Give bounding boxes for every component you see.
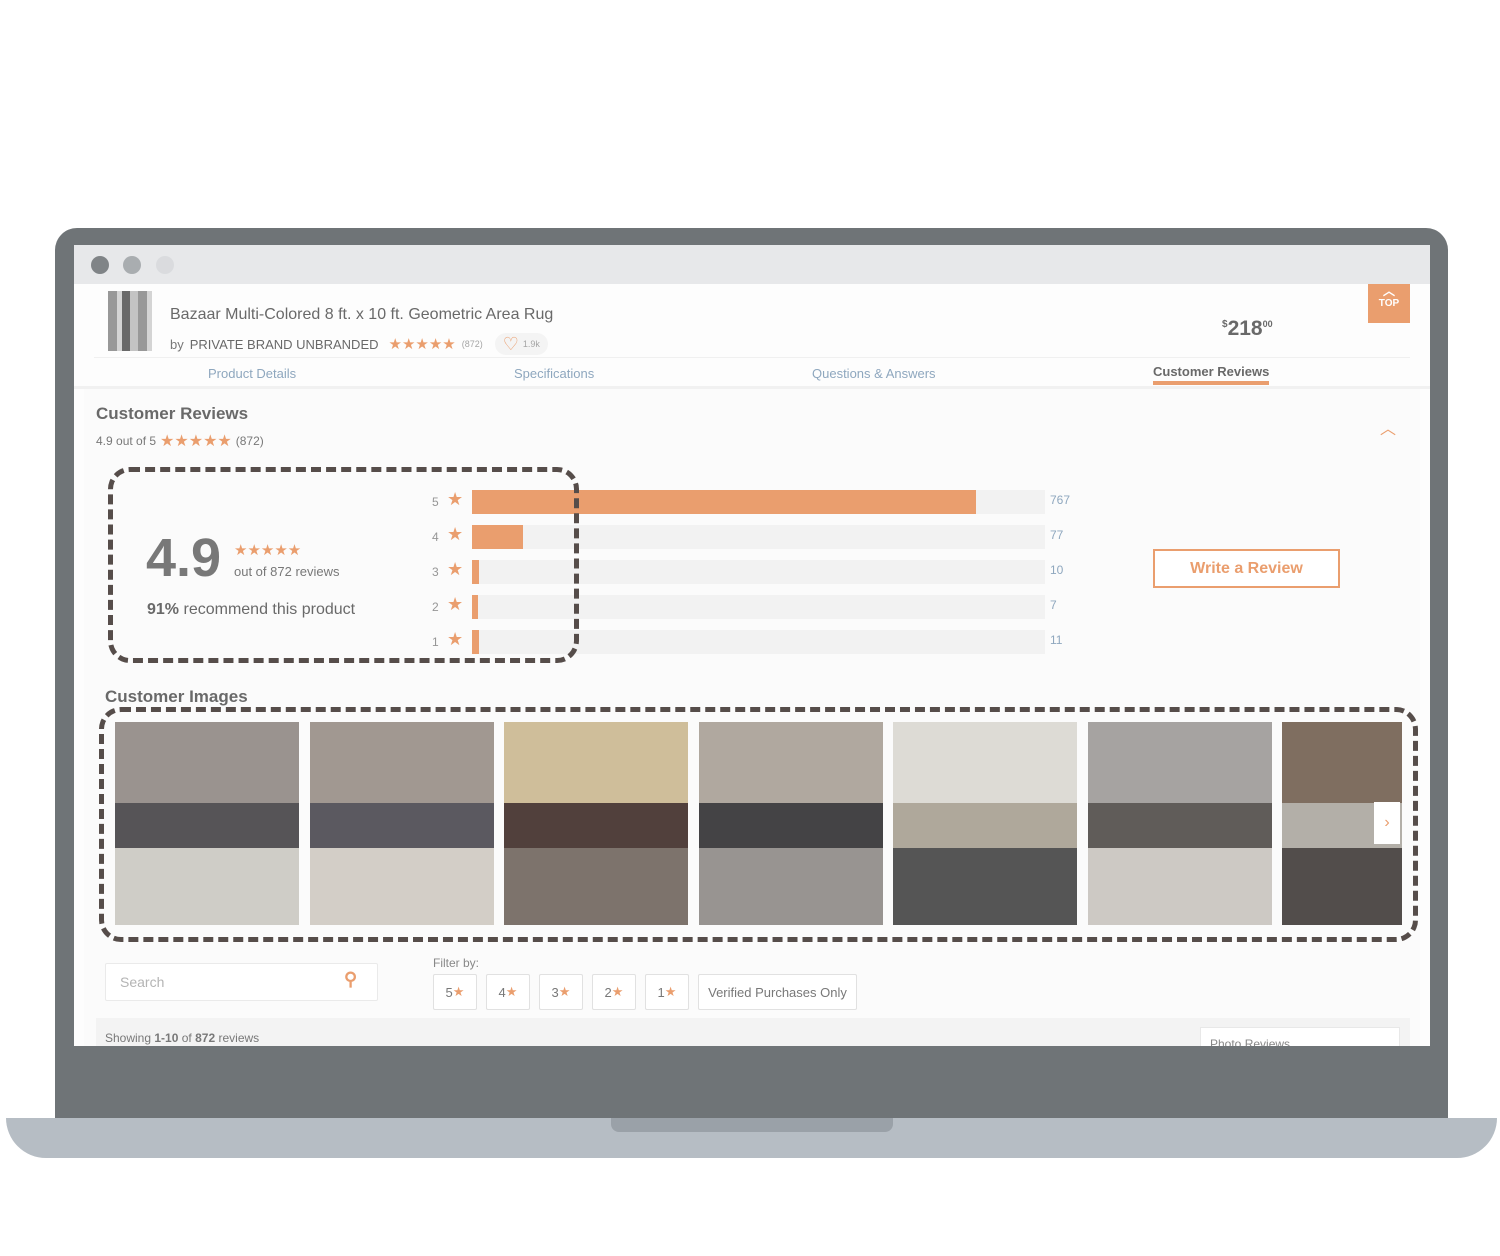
back-to-top-button[interactable]: ︿ TOP [1368, 284, 1410, 323]
by-label: by [170, 336, 184, 352]
product-title: Bazaar Multi-Colored 8 ft. x 10 ft. Geom… [170, 306, 554, 323]
search-input[interactable]: Search ⚲ [105, 963, 378, 1001]
star-filter-button[interactable]: 3 ★ [539, 974, 583, 1010]
favorite-button[interactable]: ♡ 1.9k [494, 333, 548, 355]
star-filter-button[interactable]: 5 ★ [433, 974, 477, 1010]
tab-specifications[interactable]: Specifications [514, 366, 594, 381]
laptop-notch [611, 1118, 893, 1132]
customer-images-heading: Customer Images [105, 687, 248, 706]
star-icon: ★ [505, 984, 518, 999]
minimize-dot[interactable] [123, 256, 141, 274]
showing-text: Showing 1-10 of 872 reviews [105, 1031, 260, 1045]
write-review-button[interactable]: Write a Review [1153, 549, 1340, 588]
star-filter-button[interactable]: 1 ★ [645, 974, 689, 1010]
images-highlight-outline [99, 707, 1418, 942]
star-icon: ★ [664, 984, 677, 999]
star-icon: ★ [611, 984, 624, 999]
product-thumbnail[interactable] [108, 291, 152, 351]
favorite-count: 1.9k [522, 339, 540, 349]
sort-dropdown[interactable]: Photo Reviews [1200, 1027, 1400, 1046]
rating-stars: ★★★★★ [388, 336, 456, 353]
rating-highlight-outline [108, 467, 579, 663]
rating-count[interactable]: (872) [462, 339, 483, 349]
bar-count: 7 [1050, 598, 1057, 612]
tab-questions-answers[interactable]: Questions & Answers [812, 366, 936, 381]
bar-count: 767 [1050, 493, 1071, 507]
summary-stars: ★★★★★ [160, 433, 232, 450]
rating-summary: 4.9 out of 5 [96, 434, 157, 448]
maximize-dot[interactable] [156, 256, 174, 274]
tab-product-details[interactable]: Product Details [208, 366, 296, 381]
star-filter-button[interactable]: 4 ★ [486, 974, 530, 1010]
reviews-heading: Customer Reviews [96, 404, 249, 423]
filter-label: Filter by: [433, 956, 480, 970]
bar-count: 10 [1050, 563, 1064, 577]
bar-count: 77 [1050, 528, 1064, 542]
browser-titlebar [74, 245, 1430, 284]
close-dot[interactable] [91, 256, 109, 274]
price: $21800 [1222, 317, 1273, 340]
collapse-chevron-icon[interactable]: ︿ [1380, 415, 1396, 439]
browser-window: Bazaar Multi-Colored 8 ft. x 10 ft. Geom… [74, 245, 1430, 1046]
brand-link[interactable]: PRIVATE BRAND UNBRANDED [190, 337, 379, 352]
search-icon[interactable]: ⚲ [344, 969, 357, 990]
bar-count: 11 [1050, 633, 1063, 647]
summary-count: (872) [235, 434, 264, 448]
star-icon: ★ [558, 984, 571, 999]
chevron-up-icon: ︿ [1382, 284, 1395, 298]
heart-icon: ♡ [502, 334, 519, 354]
tab-customer-reviews[interactable]: Customer Reviews [1153, 364, 1270, 385]
verified-filter-button[interactable]: Verified Purchases Only [698, 974, 857, 1010]
star-icon: ★ [452, 984, 465, 999]
star-filter-button[interactable]: 2 ★ [592, 974, 636, 1010]
